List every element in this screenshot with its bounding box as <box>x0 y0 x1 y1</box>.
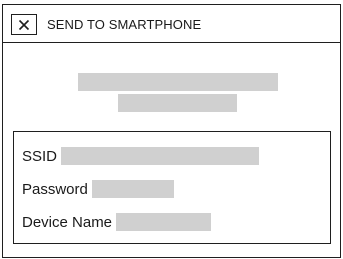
device-name-label: Device Name <box>22 213 113 231</box>
send-to-smartphone-dialog: SEND TO SMARTPHONE SSID Password Device … <box>2 4 341 258</box>
connection-info-box: SSID Password Device Name <box>13 131 331 244</box>
message-line-redacted <box>118 94 237 112</box>
password-label: Password <box>22 180 88 198</box>
device-name-value <box>116 213 212 231</box>
device-name-row: Device Name <box>22 211 212 233</box>
close-x-icon <box>18 19 30 30</box>
dialog-title-bar: SEND TO SMARTPHONE <box>3 5 340 43</box>
password-row: Password <box>22 178 174 200</box>
close-button[interactable] <box>11 14 37 35</box>
ssid-row: SSID <box>22 145 260 167</box>
ssid-value <box>61 147 260 165</box>
dialog-title: SEND TO SMARTPHONE <box>47 17 202 32</box>
message-line-redacted <box>78 73 278 91</box>
ssid-label: SSID <box>22 147 58 165</box>
password-value <box>91 180 174 198</box>
